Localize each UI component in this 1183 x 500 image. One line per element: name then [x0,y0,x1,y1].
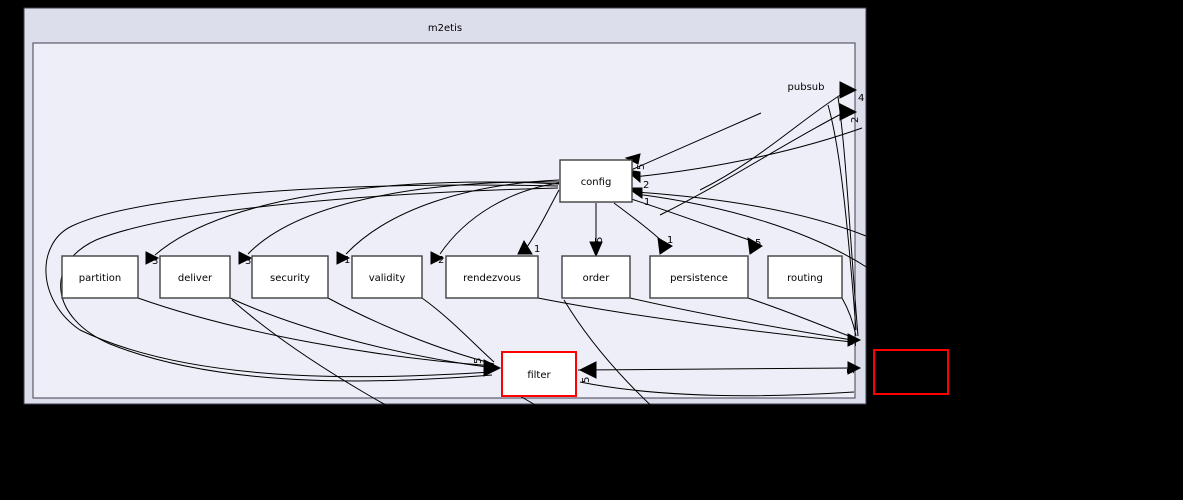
edge-label-to-pubsub-4: 4 [858,93,864,104]
node-partition[interactable]: partition [61,255,139,299]
edge-label-to-persistence-1: 1 [667,235,673,246]
edge-label-to-routing-5: 5 [755,238,761,249]
edge-label-to-rendezvous-1: 1 [534,244,540,255]
edge-label-to-partition-3: 3 [152,256,158,267]
node-label-validity: validity [369,273,406,284]
node-persistence[interactable]: persistence [649,255,749,299]
edge-label-to-filter-5: 5 [473,358,484,364]
cluster-pubsub: pubsub [32,42,856,399]
node-label-persistence: persistence [670,273,728,284]
graph-canvas: m2etis pubsub config partition deliver s… [23,7,949,471]
edge-label-to-deliver-3: 3 [245,256,251,267]
node-external[interactable] [873,349,949,395]
edge-label-to-pubsub-2: 2 [850,117,861,123]
edge-label-to-config-1: 1 [644,197,650,208]
node-label-deliver: deliver [178,273,213,284]
node-validity[interactable]: validity [351,255,423,299]
node-order[interactable]: order [561,255,631,299]
edge-label-from-filter-5: 5 [581,377,592,383]
edge-label-to-right-3: 3 [848,341,859,347]
node-label-partition: partition [79,273,121,284]
node-routing[interactable]: routing [767,255,843,299]
node-label-routing: routing [787,273,823,284]
edge-label-to-right-5: 5 [846,368,857,374]
node-label-config: config [581,177,612,188]
cluster-label-pubsub: pubsub [788,82,825,93]
node-label-order: order [583,273,611,284]
edge-filter-down [519,395,641,459]
directory-dependency-graph: m2etis pubsub config partition deliver s… [0,0,1183,500]
node-rendezvous[interactable]: rendezvous [445,255,539,299]
node-label-security: security [270,273,310,284]
edge-label-to-order-5: 5 [594,237,605,243]
node-deliver[interactable]: deliver [159,255,231,299]
node-label-filter: filter [527,370,551,381]
edge-label-to-security-1: 1 [344,255,350,266]
node-security[interactable]: security [251,255,329,299]
edge-label-to-validity-2: 2 [438,255,444,266]
inner-cluster-box [32,42,856,399]
edge-label-to-config-2: 2 [643,180,649,191]
node-filter[interactable]: filter [501,351,577,397]
cluster-label-m2etis: m2etis [428,23,462,34]
edge-label-to-config-5: 5 [636,164,647,170]
node-label-rendezvous: rendezvous [463,273,521,284]
node-config[interactable]: config [559,159,633,203]
